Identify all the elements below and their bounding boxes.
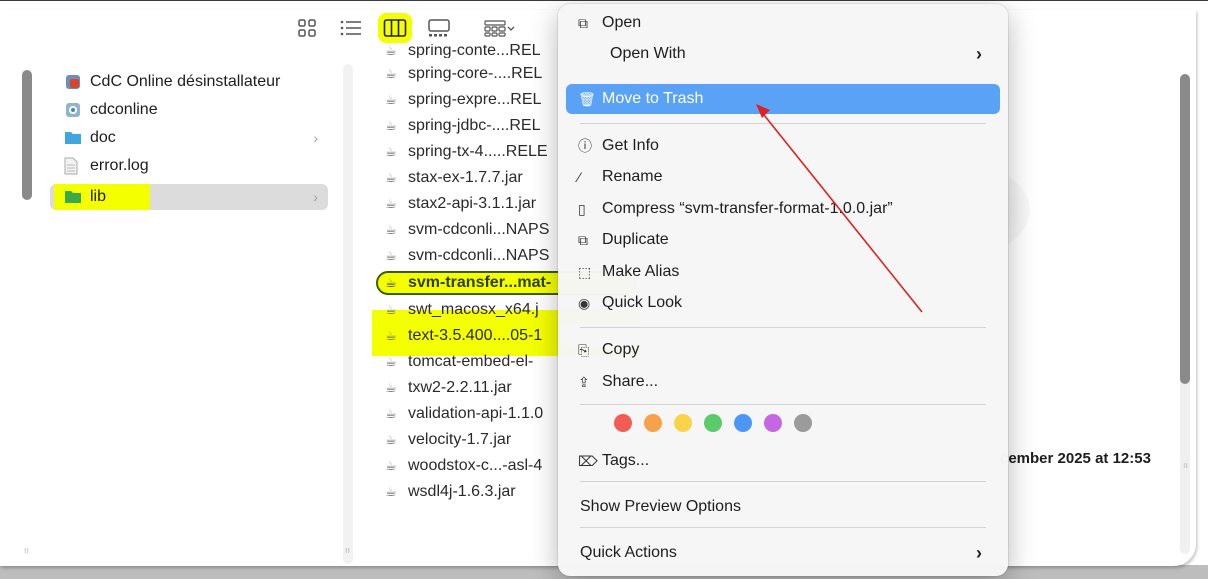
jar-icon: ☕ — [385, 118, 397, 133]
menu-item-open-with[interactable]: Open With › — [566, 39, 1000, 69]
chevron-right-icon: › — [313, 189, 318, 205]
menu-item-open[interactable]: ⧉ Open — [566, 8, 1000, 38]
menu-item-get-info[interactable]: ⓘ Get Info — [566, 131, 1000, 161]
jar-icon: ☕ — [385, 222, 397, 237]
jar-icon: ☕ — [385, 354, 397, 369]
tag-orange[interactable] — [644, 414, 662, 432]
sidebar-item-cdc-online-desinstallateur[interactable]: CdC Online désinstallateur — [50, 70, 328, 94]
jar-icon: ☕ — [385, 458, 397, 473]
app-icon — [64, 101, 82, 119]
alias-icon: ⬚ — [578, 263, 592, 280]
column2-scroll-track — [343, 64, 353, 564]
sidebar-item-label: CdC Online désinstallateur — [90, 73, 281, 90]
menu-item-copy[interactable]: ⎘ Copy — [566, 335, 1000, 365]
group-by-button[interactable] — [478, 13, 522, 43]
jar-icon: ☕ — [385, 484, 397, 499]
menu-separator — [580, 404, 986, 405]
jar-icon: ☕ — [385, 380, 397, 395]
folder-icon — [64, 129, 82, 147]
duplicate-icon: ⧉ — [578, 231, 588, 248]
tag-purple[interactable] — [764, 414, 782, 432]
chevron-right-icon: › — [976, 542, 982, 563]
chevron-right-icon: › — [976, 43, 982, 64]
jar-icon: ☕ — [385, 66, 397, 81]
column1-resize-handle[interactable]: ıı — [24, 545, 29, 555]
menu-item-duplicate[interactable]: ⧉ Duplicate — [566, 225, 1000, 255]
jar-icon: ☕ — [385, 144, 397, 159]
menu-separator — [580, 481, 986, 482]
copy-icon: ⎘ — [578, 341, 590, 358]
archive-icon: ▯ — [578, 200, 586, 217]
jar-icon: ☕ — [385, 302, 397, 317]
column-view-button[interactable] — [378, 13, 412, 43]
tag-blue[interactable] — [734, 414, 752, 432]
tag-icon: ⌦ — [578, 452, 598, 469]
group-icon — [484, 20, 515, 37]
list-icon — [340, 20, 361, 36]
view-toolbar — [290, 10, 522, 46]
jar-icon: ☕ — [385, 275, 397, 290]
tag-yellow[interactable] — [674, 414, 692, 432]
context-menu: ⧉ Open Open With › 🗑 Move to Trash ⓘ Get… — [558, 4, 1008, 576]
preview-scrollbar[interactable] — [1180, 74, 1190, 384]
column1-scrollbar[interactable] — [22, 70, 32, 200]
column2-resize-handle[interactable]: ıı — [345, 545, 350, 555]
list-view-button[interactable] — [334, 13, 368, 43]
tag-green[interactable] — [704, 414, 722, 432]
tag-gray[interactable] — [794, 414, 812, 432]
menu-item-tags[interactable]: ⌦ Tags... — [566, 446, 1000, 476]
folder-icon — [64, 188, 82, 206]
menu-item-show-preview-options[interactable]: Show Preview Options — [566, 492, 1000, 522]
tag-color-row — [614, 414, 812, 432]
open-icon: ⧉ — [578, 14, 588, 31]
jar-icon: ☕ — [385, 248, 397, 263]
jar-icon: ☕ — [385, 328, 397, 343]
sidebar-item-error-log[interactable]: error.log — [50, 154, 328, 178]
menu-item-move-to-trash[interactable]: 🗑 Move to Trash — [566, 84, 1000, 114]
icon-view-button[interactable] — [290, 13, 324, 43]
sidebar-item-label: doc — [90, 129, 116, 146]
sidebar-item-cdconline[interactable]: cdconline — [50, 98, 328, 122]
trash-icon: 🗑 — [578, 90, 596, 107]
jar-icon: ☕ — [385, 170, 397, 185]
menu-separator — [580, 327, 986, 328]
jar-icon: ☕ — [385, 44, 397, 58]
sidebar-item-doc[interactable]: doc › — [50, 126, 328, 150]
share-icon: ⇪ — [578, 373, 590, 390]
chevron-right-icon: › — [313, 130, 318, 146]
menu-item-compress[interactable]: ▯ Compress “svm-transfer-format-1.0.0.ja… — [566, 194, 1000, 224]
preview-resize-handle[interactable]: ıı — [1183, 460, 1188, 470]
sidebar-item-label: lib — [90, 188, 107, 205]
app-icon — [64, 73, 82, 91]
sidebar-item-lib[interactable]: lib › — [50, 184, 328, 210]
columns-icon — [383, 19, 407, 37]
tag-red[interactable] — [614, 414, 632, 432]
menu-item-share[interactable]: ⇪ Share... — [566, 367, 1000, 397]
menu-item-make-alias[interactable]: ⬚ Make Alias — [566, 257, 1000, 287]
document-icon — [64, 157, 82, 175]
menu-item-quick-look[interactable]: ◉ Quick Look — [566, 288, 1000, 318]
preview-date-text: cember 2025 at 12:53 — [1000, 450, 1151, 467]
info-icon: ⓘ — [578, 138, 592, 154]
pencil-icon: ⁄ — [578, 169, 581, 185]
gallery-icon — [428, 19, 450, 37]
menu-item-rename[interactable]: ⁄ Rename — [566, 162, 1000, 192]
menu-separator — [580, 123, 986, 124]
menu-separator — [580, 527, 986, 528]
jar-icon: ☕ — [385, 406, 397, 421]
eye-icon: ◉ — [578, 294, 591, 311]
jar-icon: ☕ — [385, 196, 397, 211]
gallery-view-button[interactable] — [422, 13, 456, 43]
menu-item-quick-actions[interactable]: Quick Actions › — [566, 538, 1000, 568]
sidebar-item-label: cdconline — [90, 101, 158, 118]
jar-icon: ☕ — [385, 432, 397, 447]
grid-icon — [298, 19, 316, 37]
jar-icon: ☕ — [385, 92, 397, 107]
sidebar-item-label: error.log — [90, 157, 149, 174]
